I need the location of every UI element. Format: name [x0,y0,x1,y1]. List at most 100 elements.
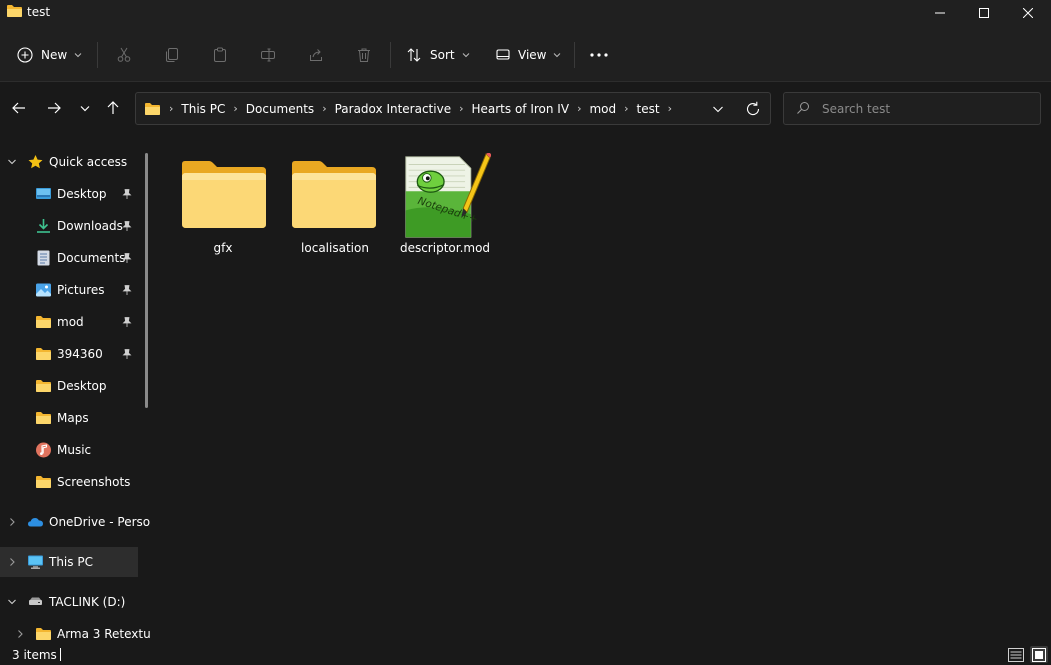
sidebar-item-documents[interactable]: Documents [0,243,138,273]
sidebar-item-desktop[interactable]: Desktop [0,179,138,209]
view-button[interactable]: View [496,40,561,70]
chevron-right-icon[interactable]: › [624,102,628,115]
file-item-descriptor-mod[interactable]: Notepad++ descriptor.mod [379,150,491,262]
drive-icon [29,597,42,605]
music-icon [36,442,51,458]
sort-label: Sort [430,48,455,62]
chevron-down-icon [74,53,82,58]
copy-button[interactable] [160,43,184,67]
chevron-right-icon[interactable]: › [459,102,463,115]
maximize-button[interactable] [961,0,1007,26]
breadcrumb-test[interactable]: test [637,102,660,116]
folder-icon [292,161,376,228]
sidebar-item-this-pc[interactable]: This PC [0,547,138,577]
sidebar-item-label: Documents [57,251,126,265]
up-button[interactable] [102,97,124,119]
chevron-right-icon[interactable] [6,516,18,528]
view-label: View [518,48,547,62]
large-icons-view-button[interactable] [1030,646,1048,663]
sort-button[interactable]: Sort [406,40,470,70]
sidebar-item-label: This PC [49,555,93,569]
chevron-down-icon[interactable] [710,101,726,117]
sidebar-item-maps[interactable]: Maps [0,403,138,433]
share-button[interactable] [304,43,328,67]
sidebar-item-screenshots[interactable]: Screenshots [0,467,138,497]
details-view-button[interactable] [1007,646,1025,663]
copy-icon [166,48,178,62]
sidebar-item-label: 394360 [57,347,103,361]
sidebar-item-label: Music [57,443,92,457]
recent-locations-button[interactable] [74,97,96,119]
details-view-icon [1008,647,1024,662]
search-icon [797,102,809,114]
chevron-down-icon[interactable] [6,156,18,168]
cut-button[interactable] [112,43,136,67]
chevron-right-icon[interactable]: › [322,102,326,115]
sidebar-scrollbar[interactable] [145,153,148,408]
sidebar-item-taclink-drive[interactable]: TACLINK (D:) [0,587,138,617]
chevron-right-icon[interactable] [14,628,26,640]
sidebar-item-quick-access[interactable]: Quick access [0,147,138,177]
sidebar-item-desktop-folder[interactable]: Desktop [0,371,138,401]
documents-icon [37,250,50,266]
chevron-right-icon[interactable]: › [668,102,672,115]
breadcrumb-documents[interactable]: Documents [246,102,314,116]
sidebar-item-pictures[interactable]: Pictures [0,275,138,305]
search-input[interactable] [822,99,1022,119]
chevron-down-icon [554,53,561,58]
sidebar-item-music[interactable]: Music [0,435,138,465]
chevron-down-icon[interactable] [6,596,18,608]
sidebar-item-mod[interactable]: mod [0,307,138,337]
chevron-right-icon[interactable]: › [233,102,237,115]
folder-icon [36,316,51,328]
back-button[interactable] [8,97,30,119]
breadcrumb-hearts-of-iron-iv[interactable]: Hearts of Iron IV [471,102,569,116]
close-button[interactable] [1005,0,1051,26]
more-options-button[interactable] [587,43,611,67]
computer-icon [28,555,43,569]
file-view: gfx localisation Notepad++ descriptor.mo… [157,142,1051,644]
search-box[interactable] [783,92,1041,125]
folder-icon [36,412,51,424]
folder-icon [145,102,160,115]
pin-icon [122,189,132,199]
downloads-icon [37,219,50,233]
status-bar: 3 items [0,644,1051,665]
minimize-button[interactable] [917,0,963,26]
chevron-right-icon[interactable] [6,556,18,568]
file-item-localisation[interactable]: localisation [267,150,376,262]
item-count: 3 items [12,648,57,662]
breadcrumb-mod[interactable]: mod [589,102,616,116]
address-bar[interactable]: › This PC › Documents › Paradox Interact… [135,92,771,125]
separator [97,42,98,68]
breadcrumb-this-pc[interactable]: This PC [181,102,225,116]
file-item-gfx[interactable]: gfx [157,150,266,262]
folder-icon [36,348,51,360]
cut-icon [117,47,131,62]
chevron-right-icon[interactable]: › [169,102,173,115]
star-icon [28,155,43,169]
file-name: descriptor.mod [399,241,491,255]
rename-button[interactable] [256,43,280,67]
sidebar-item-downloads[interactable]: Downloads [0,211,138,241]
delete-button[interactable] [352,43,376,67]
sidebar-item-onedrive[interactable]: OneDrive - Perso [0,507,150,537]
onedrive-icon [28,518,43,527]
minimize-icon [935,12,945,14]
folder-icon [36,380,51,392]
paste-button[interactable] [208,43,232,67]
chevron-right-icon[interactable]: › [577,102,581,115]
sidebar-item-label: Downloads [57,219,123,233]
forward-button[interactable] [43,97,65,119]
sidebar-item-394360[interactable]: 394360 [0,339,138,369]
sidebar-item-label: Quick access [49,155,128,169]
pin-icon [122,317,132,327]
breadcrumb-paradox-interactive[interactable]: Paradox Interactive [335,102,451,116]
rename-icon [261,48,275,62]
pin-icon [122,285,132,295]
new-button[interactable]: New [17,40,82,70]
folder-icon [36,476,51,488]
sidebar-item-arma-3-retextu[interactable]: Arma 3 Retextu [0,619,150,644]
refresh-icon[interactable] [744,100,762,118]
navigation-pane: Quick access Desktop Downloads Documents… [0,142,150,644]
